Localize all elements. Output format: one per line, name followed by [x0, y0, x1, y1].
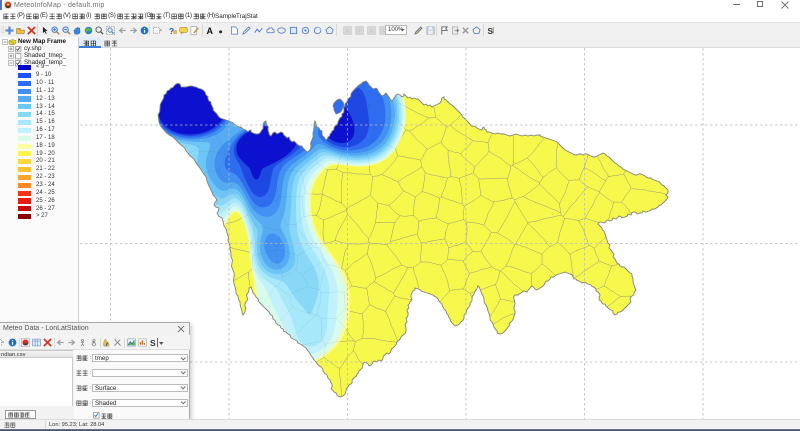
svg-text:A: A: [207, 26, 214, 35]
svg-text:S: S: [487, 26, 493, 34]
svg-text:?: ?: [169, 26, 174, 35]
